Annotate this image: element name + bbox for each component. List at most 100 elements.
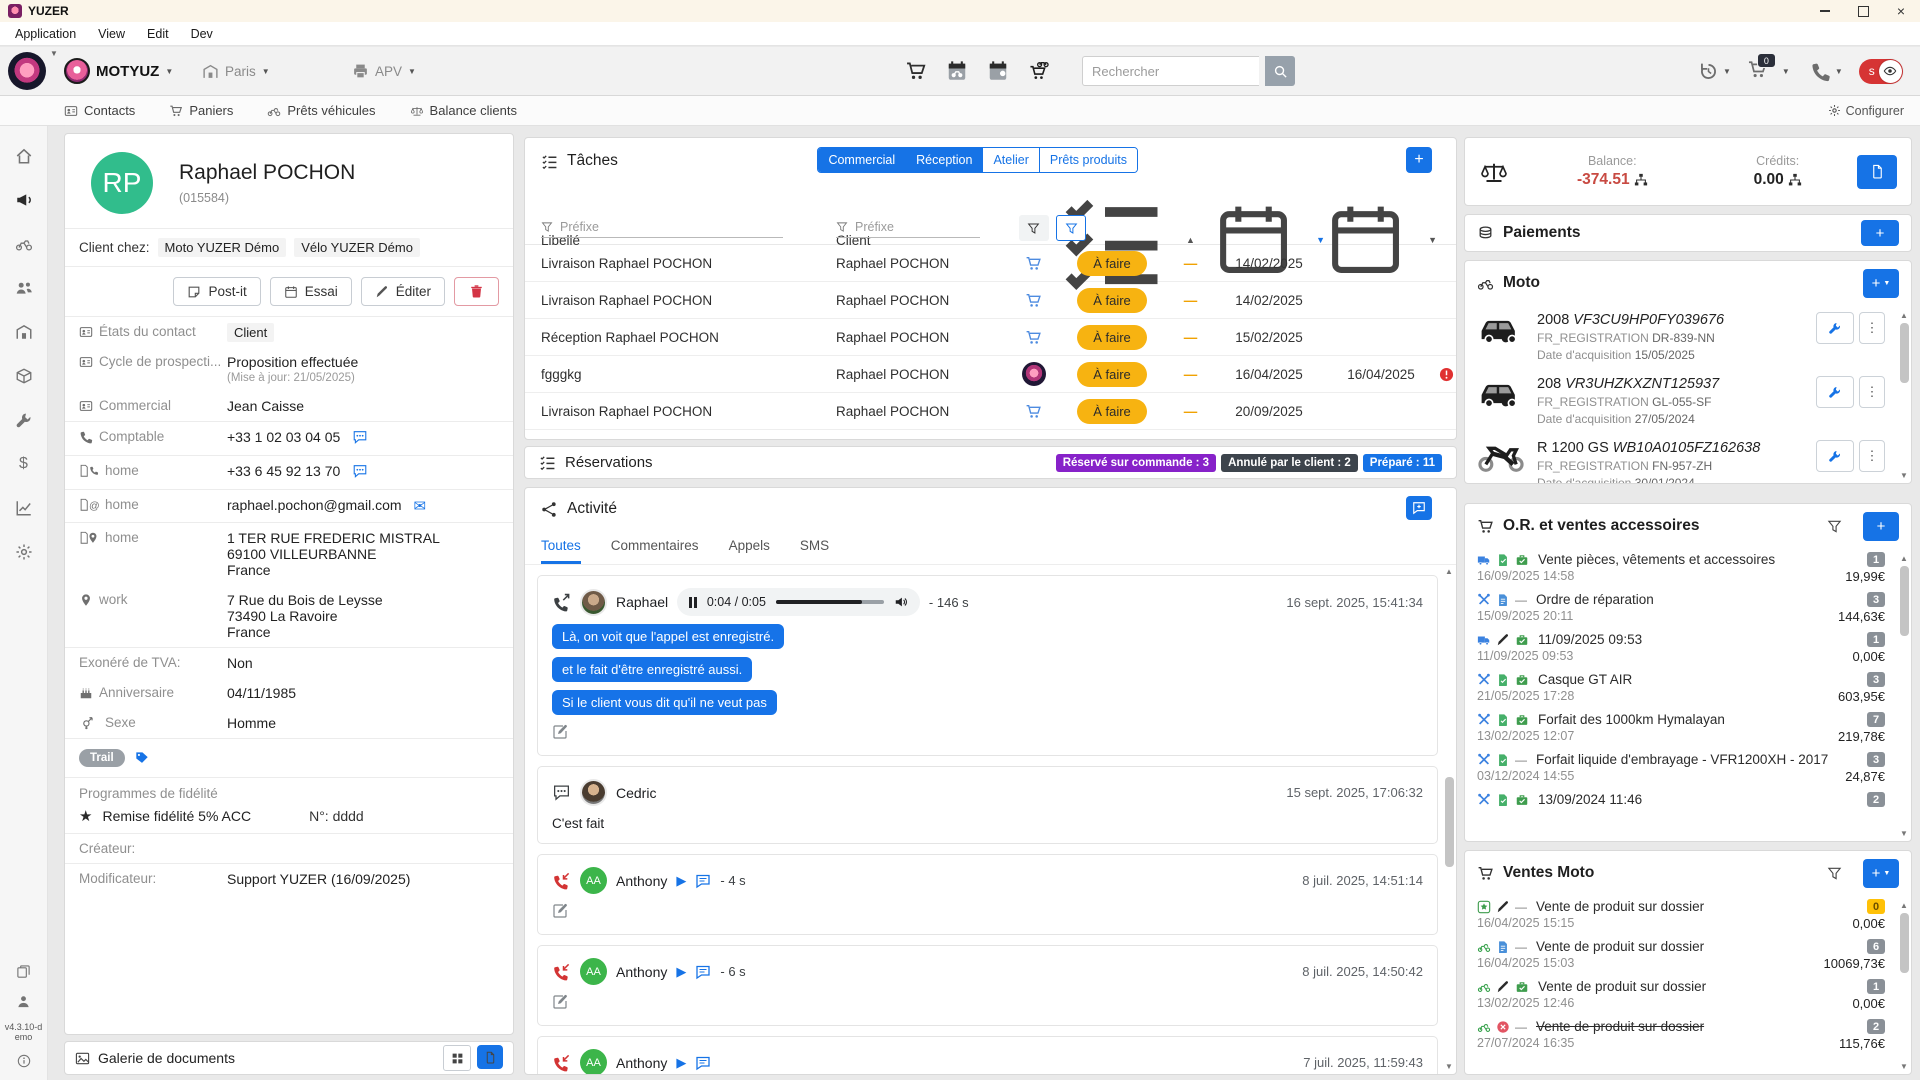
play-icon[interactable]: ▶ bbox=[676, 873, 686, 889]
activity-tab-appels[interactable]: Appels bbox=[729, 538, 770, 564]
client-company-badge[interactable]: Vélo YUZER Démo bbox=[294, 238, 420, 257]
search-input[interactable] bbox=[1082, 56, 1259, 86]
rail-building-icon[interactable] bbox=[0, 310, 48, 354]
phone-icon[interactable] bbox=[1810, 61, 1831, 82]
menu-edit[interactable]: Edit bbox=[136, 27, 180, 41]
balance-report-button[interactable] bbox=[1857, 155, 1897, 189]
moto-scrollbar[interactable]: ▲ ▼ bbox=[1898, 311, 1910, 481]
client-company-badge[interactable]: Moto YUZER Démo bbox=[158, 238, 287, 257]
rail-box-icon[interactable] bbox=[0, 354, 48, 398]
activity-tab-toutes[interactable]: Toutes bbox=[541, 538, 581, 564]
chevron-down-icon[interactable]: ▼ bbox=[1835, 67, 1843, 76]
play-icon[interactable]: ▶ bbox=[676, 1055, 686, 1071]
postit-button[interactable]: Post-it bbox=[173, 277, 260, 306]
player-progress[interactable] bbox=[776, 600, 884, 604]
cart-menu[interactable]: 0 bbox=[1747, 59, 1768, 83]
send-sms-button[interactable] bbox=[352, 429, 368, 448]
task-status-badge[interactable]: À faire bbox=[1077, 325, 1147, 350]
add-payment-button[interactable]: + bbox=[1861, 220, 1899, 246]
reservation-status-badge[interactable]: Préparé : 11 bbox=[1363, 454, 1442, 472]
vehicle-workshop-button[interactable] bbox=[1816, 440, 1854, 472]
rail-person-icon[interactable] bbox=[0, 986, 48, 1016]
vehicle-row[interactable]: 208 VR3UHZKXZNT125937 FR_REGISTRATION GL… bbox=[1465, 369, 1911, 433]
cart-icon[interactable] bbox=[905, 60, 927, 82]
eye-icon[interactable] bbox=[1879, 60, 1902, 83]
rail-home-icon[interactable] bbox=[0, 134, 48, 178]
funnel-icon[interactable] bbox=[1827, 519, 1842, 534]
add-task-button[interactable]: + bbox=[1406, 147, 1432, 173]
filter-button[interactable] bbox=[1019, 215, 1049, 241]
send-mail-button[interactable]: ✉ bbox=[414, 497, 427, 515]
task-row[interactable]: Livraison Raphael POCHON Raphael POCHON … bbox=[525, 393, 1456, 430]
gallery-bar[interactable]: Galerie de documents bbox=[64, 1041, 514, 1075]
edit-entry-icon[interactable] bbox=[552, 994, 568, 1010]
activity-scrollbar[interactable]: ▲ ▼ bbox=[1443, 567, 1455, 1072]
reservation-status-badge[interactable]: Annulé par le client : 2 bbox=[1221, 454, 1358, 472]
cart-icon[interactable] bbox=[1025, 329, 1042, 346]
gallery-grid-button[interactable] bbox=[443, 1045, 471, 1071]
send-sms-button[interactable] bbox=[352, 463, 368, 482]
task-status-badge[interactable]: À faire bbox=[1077, 251, 1147, 276]
activity-tab-commentaires[interactable]: Commentaires bbox=[611, 538, 699, 564]
site-selector[interactable]: Paris ▼ bbox=[202, 47, 270, 95]
sale-row[interactable]: —Forfait liquide d'embrayage - VFR1200XH… bbox=[1465, 748, 1911, 788]
alert-icon[interactable] bbox=[1439, 367, 1454, 382]
chat-icon[interactable] bbox=[695, 873, 711, 889]
history-icon[interactable] bbox=[1698, 61, 1719, 82]
task-status-badge[interactable]: À faire bbox=[1077, 362, 1147, 387]
volume-icon[interactable] bbox=[894, 595, 908, 609]
add-comment-button[interactable] bbox=[1406, 496, 1432, 520]
sale-row[interactable]: Forfait des 1000km Hymalayan 7 13/02/202… bbox=[1465, 708, 1911, 748]
menu-view[interactable]: View bbox=[87, 27, 136, 41]
or-scrollbar[interactable]: ▲ ▼ bbox=[1898, 554, 1910, 839]
task-row[interactable]: Réception Raphael POCHON Raphael POCHON … bbox=[525, 319, 1456, 356]
chevron-down-icon[interactable]: ▼ bbox=[1782, 67, 1790, 76]
sale-row[interactable]: —Vente de produit sur dossier 0 16/04/20… bbox=[1465, 895, 1911, 935]
audio-player[interactable]: 0:04 / 0:05 bbox=[677, 588, 920, 616]
configure-button[interactable]: Configurer bbox=[1828, 104, 1904, 118]
rail-moto-icon[interactable] bbox=[0, 222, 48, 266]
sale-row[interactable]: Vente de produit sur dossier 1 13/02/202… bbox=[1465, 975, 1911, 1015]
essai-button[interactable]: Essai bbox=[270, 277, 352, 306]
close-button[interactable]: × bbox=[1882, 0, 1920, 22]
minimize-button[interactable] bbox=[1806, 0, 1844, 22]
sale-row[interactable]: Vente pièces, vêtements et accessoires 1… bbox=[1465, 548, 1911, 588]
add-or-button[interactable]: + bbox=[1863, 512, 1899, 541]
chevron-down-icon[interactable]: ▼ bbox=[1723, 67, 1731, 76]
hierarchy-icon[interactable] bbox=[1788, 173, 1802, 187]
rail-copy-icon[interactable] bbox=[0, 956, 48, 986]
client-filter-input[interactable] bbox=[853, 219, 980, 235]
rail-users-icon[interactable] bbox=[0, 266, 48, 310]
tag-icon[interactable] bbox=[135, 751, 149, 765]
tasks-filter-pr-ts-produits[interactable]: Prêts produits bbox=[1039, 148, 1137, 172]
rail-wrench-icon[interactable] bbox=[0, 398, 48, 442]
sale-row[interactable]: —Vente de produit sur dossier 2 27/07/20… bbox=[1465, 1015, 1911, 1055]
sale-row[interactable]: 13/09/2024 11:46 2 bbox=[1465, 788, 1911, 813]
task-avatar[interactable] bbox=[1022, 362, 1046, 386]
sort-asc-icon[interactable]: ▲ bbox=[1186, 235, 1195, 245]
ventes-scrollbar[interactable]: ▲ ▼ bbox=[1898, 901, 1910, 1072]
rail-chart-icon[interactable] bbox=[0, 486, 48, 530]
calendar-icon[interactable] bbox=[1325, 199, 1406, 280]
pause-icon[interactable] bbox=[689, 597, 697, 608]
hierarchy-icon[interactable] bbox=[1634, 173, 1648, 187]
vehicle-menu-button[interactable]: ⋮ bbox=[1859, 376, 1885, 408]
status-filter-button[interactable] bbox=[1056, 215, 1086, 241]
rail-dollar-icon[interactable]: $ bbox=[0, 442, 48, 486]
funnel-icon[interactable] bbox=[1827, 866, 1842, 881]
user-status-pill[interactable]: s bbox=[1859, 59, 1903, 84]
tasks-filter-r-ception[interactable]: Réception bbox=[905, 148, 982, 172]
vehicle-row[interactable]: 2008 VF3CU9HP0FY039676 FR_REGISTRATION D… bbox=[1465, 305, 1911, 369]
edit-entry-icon[interactable] bbox=[552, 903, 568, 919]
calendar-wrench-icon[interactable] bbox=[987, 60, 1009, 82]
task-status-badge[interactable]: À faire bbox=[1077, 288, 1147, 313]
activity-tab-sms[interactable]: SMS bbox=[800, 538, 829, 564]
maximize-button[interactable] bbox=[1844, 0, 1882, 22]
libelle-filter-input[interactable] bbox=[558, 219, 783, 235]
search-button[interactable] bbox=[1265, 56, 1295, 86]
chat-icon[interactable] bbox=[695, 1055, 711, 1071]
rail-megaphone-icon[interactable] bbox=[0, 178, 48, 222]
tasks-filter-atelier[interactable]: Atelier bbox=[982, 148, 1038, 172]
add-vente-button[interactable]: + ▼ bbox=[1863, 859, 1899, 888]
tab-prets-vehicules[interactable]: Prêts véhicules bbox=[267, 103, 375, 118]
